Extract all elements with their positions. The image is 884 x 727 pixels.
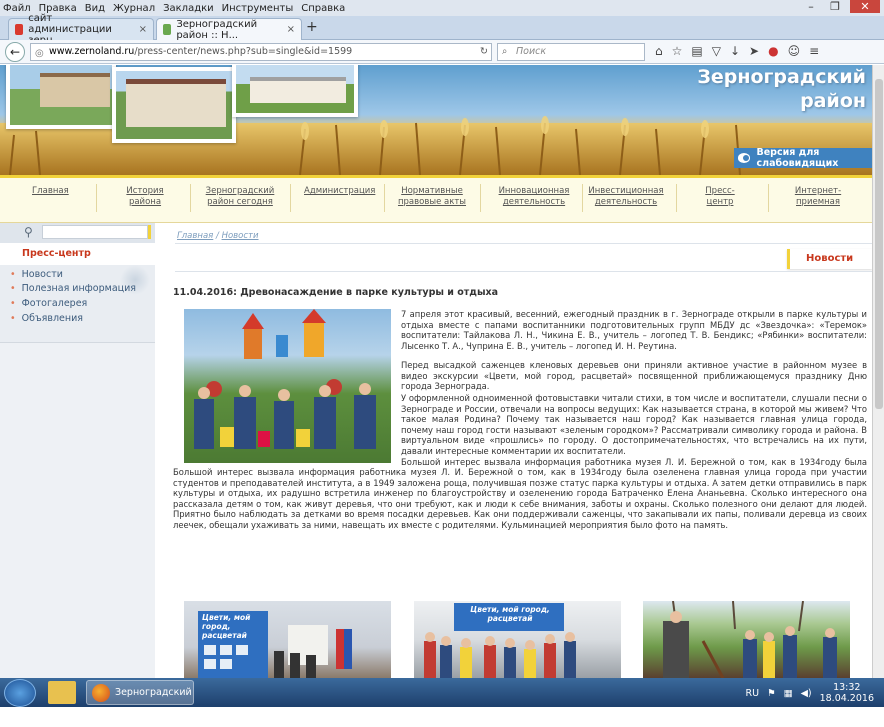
nav-regulatory-acts[interactable]: Нормативные правовые акты <box>386 186 478 208</box>
sidebar-item-useful-info[interactable]: Полезная информация <box>10 283 136 294</box>
tab-admin-site[interactable]: сайт администрации зерн... × <box>8 13 154 46</box>
exhibition-banner-text: Цвети, мой город, расцветай <box>202 613 251 640</box>
menu-tools[interactable]: Инструменты <box>222 3 294 14</box>
article-title: 11.04.2016: Древонасаждение в парке куль… <box>173 287 499 298</box>
header-photo-administration <box>112 67 236 143</box>
main-content: Главная / Новости Новости 11.04.2016: Др… <box>155 223 872 678</box>
menu-file[interactable]: Файл <box>3 3 31 14</box>
menu-edit[interactable]: Правка <box>39 3 77 14</box>
clock[interactable]: 13:32 18.04.2016 <box>820 682 874 704</box>
nav-home[interactable]: Главная <box>32 186 69 197</box>
region-title: Зерноградский район <box>697 66 866 112</box>
header-photo-school <box>6 65 116 129</box>
firefox-icon <box>92 684 110 702</box>
menu-icon[interactable]: ≡ <box>809 44 819 58</box>
page-viewport: Зерноградский район Версия для слабовидя… <box>0 65 872 678</box>
vertical-scrollbar[interactable] <box>872 65 884 678</box>
nav-press-center[interactable]: Пресс-центр <box>692 186 748 208</box>
article-paragraph-4: Большой интерес вызвала информация работ… <box>173 467 867 530</box>
accessibility-version-button[interactable]: Версия для слабовидящих <box>734 147 872 169</box>
site-search-input[interactable] <box>42 225 148 239</box>
toolbar: ⌂ ☆ ▤ ▽ ↓ ➤ ● ☺ ≡ <box>655 44 819 58</box>
sidebar-menu: Новости Полезная информация Фотогалерея … <box>0 265 155 343</box>
breadcrumb: Главная / Новости <box>177 231 259 241</box>
minimize-icon[interactable]: – <box>802 0 820 13</box>
article-paragraph-4-line1: Большой интерес вызвала информация работ… <box>401 457 867 467</box>
search-icon[interactable]: ⚲ <box>24 225 33 239</box>
menu-view[interactable]: Вид <box>85 3 105 14</box>
system-tray: RU ⚑ ▦ ◀) 13:32 18.04.2016 <box>746 682 875 704</box>
tab-label: Зерноградский район :: Н... <box>176 18 258 41</box>
site-search: ⚲ <box>0 223 155 243</box>
sidebar-item-photogallery[interactable]: Фотогалерея <box>10 298 88 309</box>
article-photo-group <box>184 309 391 463</box>
taskbar-firefox-window[interactable]: Зерноградский р... <box>86 680 194 721</box>
chat-icon[interactable]: ☺ <box>788 44 801 58</box>
network-icon[interactable]: ▦ <box>784 688 793 699</box>
search-input[interactable]: ⌕ Поиск <box>497 43 645 61</box>
menu-help[interactable]: Справка <box>301 3 345 14</box>
nav-internet-reception[interactable]: Интернет-приемная <box>778 186 858 208</box>
close-tab-icon[interactable]: × <box>139 24 147 35</box>
globe-icon: ◎ <box>35 48 44 59</box>
nav-administration[interactable]: Администрация <box>304 186 375 197</box>
search-icon: ⌕ <box>502 46 508 57</box>
start-button[interactable] <box>4 679 36 707</box>
url-host: www.zernoland.ru <box>49 46 135 57</box>
main-navigation: Главная История района Зерноградский рай… <box>0 175 872 223</box>
home-icon[interactable]: ⌂ <box>655 44 663 58</box>
site-favicon-icon <box>163 24 172 35</box>
bookmark-star-icon[interactable]: ☆ <box>672 44 683 58</box>
window-controls: – ❐ ✕ <box>802 0 880 13</box>
reload-icon[interactable]: ↻ <box>480 44 488 60</box>
sidebar-item-news[interactable]: Новости <box>10 269 63 280</box>
share-icon[interactable]: ➤ <box>749 44 759 58</box>
yandex-favicon-icon <box>15 24 24 35</box>
nav-region-today[interactable]: Зерноградский район сегодня <box>198 186 282 208</box>
menu-bookmarks[interactable]: Закладки <box>163 3 214 14</box>
gallery-photo-1[interactable]: Цвети, мой город, расцветай <box>184 601 391 678</box>
search-placeholder: Поиск <box>516 46 547 57</box>
menu-history[interactable]: Журнал <box>113 3 155 14</box>
gallery-photo-2[interactable]: Цвети, мой город, расцветай <box>414 601 621 678</box>
nav-investment[interactable]: Инвестиционная деятельность <box>588 186 664 208</box>
article-paragraph-3: У оформленной одноименной фотовыставки ч… <box>401 393 867 456</box>
wheat-emblem-icon <box>120 265 150 295</box>
back-button[interactable]: ← <box>5 42 25 62</box>
article-paragraph-1: 7 апреля этот красивый, весенний, ежегод… <box>401 309 867 351</box>
explorer-folder-icon[interactable] <box>48 681 76 704</box>
flag-icon[interactable]: ⚑ <box>767 688 776 699</box>
section-badge: Новости <box>787 249 872 269</box>
gallery-photo-3[interactable] <box>643 601 850 678</box>
close-tab-icon[interactable]: × <box>287 24 295 35</box>
nav-innovation[interactable]: Инновационная деятельность <box>492 186 576 208</box>
site-header-banner: Зерноградский район Версия для слабовидя… <box>0 65 872 175</box>
nav-history[interactable]: История района <box>112 186 178 208</box>
maximize-icon[interactable]: ❐ <box>826 0 844 13</box>
header-photo-building <box>232 65 358 117</box>
scrollbar-thumb[interactable] <box>875 79 883 409</box>
sidebar-title: Пресс-центр <box>0 243 155 265</box>
close-window-icon[interactable]: ✕ <box>850 0 880 13</box>
breadcrumb-news[interactable]: Новости <box>222 231 259 241</box>
article-paragraph-2: Перед высадкой саженцев кленовых деревье… <box>401 360 867 392</box>
reading-list-icon[interactable]: ▤ <box>691 44 702 58</box>
sidebar-item-announcements[interactable]: Объявления <box>10 313 83 324</box>
language-indicator[interactable]: RU <box>746 688 760 699</box>
url-path: /press-center/news.php?sub=single&id=159… <box>134 46 353 57</box>
adblock-icon[interactable]: ● <box>768 44 778 58</box>
exhibition-banner-text-2: Цвети, мой город, расцветай <box>470 605 550 623</box>
download-icon[interactable]: ↓ <box>730 44 740 58</box>
volume-icon[interactable]: ◀) <box>801 688 812 699</box>
windows-taskbar: Зерноградский р... RU ⚑ ▦ ◀) 13:32 18.04… <box>0 678 884 721</box>
tab-zernograd-news[interactable]: Зерноградский район :: Н... × <box>156 18 302 41</box>
eye-icon <box>738 153 751 163</box>
tab-bar: сайт администрации зерн... × Зерноградск… <box>0 13 884 46</box>
left-sidebar: ⚲ Пресс-центр Новости Полезная информаци… <box>0 223 155 678</box>
address-bar[interactable]: ◎ www.zernoland.ru/press-center/news.php… <box>30 43 492 61</box>
breadcrumb-home[interactable]: Главная <box>177 231 213 241</box>
new-tab-button[interactable]: + <box>306 19 318 35</box>
pocket-icon[interactable]: ▽ <box>712 44 721 58</box>
navigation-bar: ← ◎ www.zernoland.ru/press-center/news.p… <box>0 40 884 64</box>
